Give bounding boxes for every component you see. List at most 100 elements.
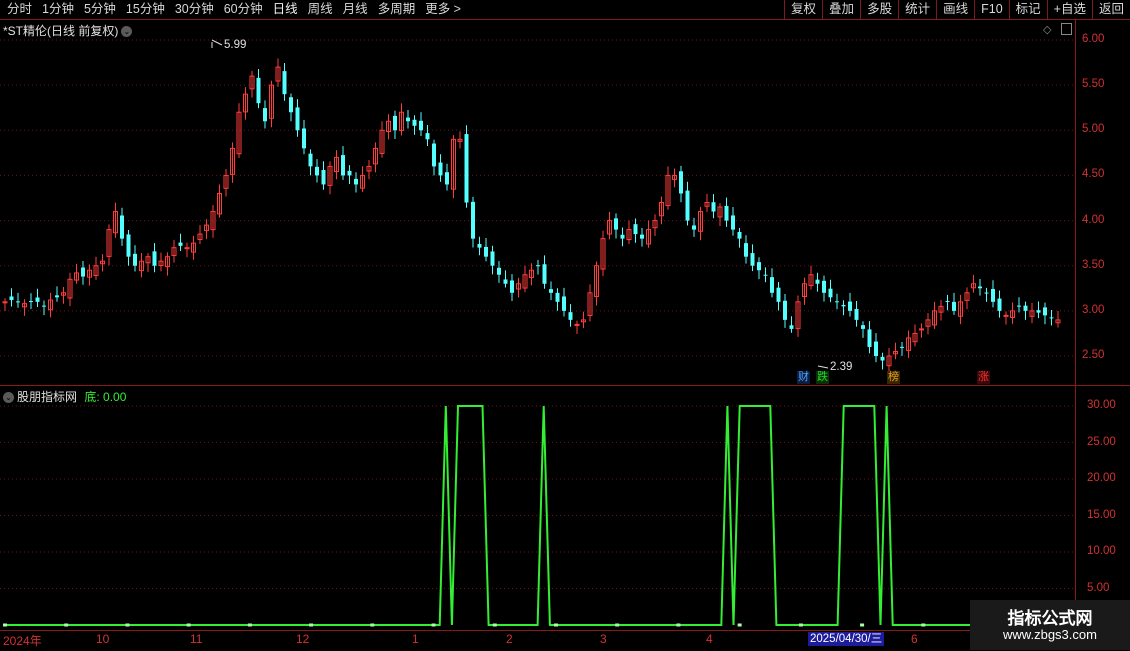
- indicator-marker: [676, 623, 681, 627]
- candle-body: [880, 356, 885, 361]
- candle-body: [282, 71, 287, 95]
- indicator-marker: [798, 623, 803, 627]
- candle-body: [406, 117, 410, 122]
- candle-body: [737, 232, 742, 239]
- candle-body: [984, 292, 989, 294]
- candle-body: [835, 301, 839, 303]
- candle-body: [464, 134, 469, 203]
- candle-body: [9, 296, 14, 301]
- candle-body: [822, 280, 826, 293]
- candle-body: [997, 298, 1002, 311]
- chevron-down-icon[interactable]: ⌄: [3, 392, 14, 404]
- price-tick: 4.00: [1082, 213, 1105, 226]
- candle-body: [126, 234, 131, 257]
- price-tick: 2.50: [1082, 349, 1105, 361]
- indicator-series-label: 底:: [84, 390, 100, 404]
- candle-body: [393, 115, 397, 131]
- candle-body: [302, 128, 306, 149]
- candle-body: [919, 328, 924, 331]
- candle-body: [419, 120, 423, 131]
- candle-body: [978, 286, 982, 289]
- candle-body: [536, 265, 540, 267]
- event-tag-rise[interactable]: 涨: [977, 371, 990, 384]
- candle-body: [731, 215, 735, 230]
- indicator-tick: 25.00: [1087, 435, 1116, 448]
- candle-body: [1017, 305, 1021, 307]
- candle-body: [1003, 314, 1009, 317]
- event-tag-finance[interactable]: 财: [797, 371, 810, 384]
- indicator-marker: [3, 623, 7, 627]
- indicator-name: 股朋指标网: [17, 390, 78, 404]
- indicator-marker: [64, 623, 69, 627]
- date-label: 1: [412, 632, 419, 646]
- price-chart[interactable]: [0, 0, 1130, 650]
- candle-body: [341, 155, 345, 176]
- indicator-marker: [125, 623, 130, 627]
- indicator-marker: [431, 623, 436, 627]
- candle-body: [412, 119, 417, 126]
- candle-body: [29, 300, 33, 302]
- candle-body: [945, 300, 950, 302]
- price-tick: 4.50: [1082, 168, 1105, 181]
- low-marker-line: [817, 365, 829, 369]
- candle-body: [750, 253, 755, 266]
- candle-body: [256, 77, 261, 104]
- indicator-marker: [615, 623, 620, 627]
- candle-body: [789, 325, 794, 329]
- date-label: 2024年: [3, 634, 42, 648]
- indicator-tick: 5.00: [1087, 581, 1110, 594]
- candle-body: [484, 246, 488, 257]
- indicator-panel-title: ⌄ 股朋指标网 底: 0.00: [3, 388, 126, 405]
- candle-body: [568, 312, 573, 320]
- indicator-series-value: 0.00: [103, 390, 127, 404]
- price-tick: 5.50: [1082, 78, 1105, 91]
- candle-body: [503, 279, 508, 284]
- candle-body: [263, 108, 267, 122]
- date-label: 12: [296, 632, 310, 646]
- candle-body: [555, 292, 560, 302]
- candle-body: [178, 242, 183, 246]
- candle-body: [497, 267, 501, 275]
- date-label: 6: [911, 632, 918, 646]
- candle-body: [510, 280, 514, 293]
- candle-body: [1036, 310, 1041, 313]
- candle-body: [776, 287, 781, 302]
- price-tick: 3.50: [1082, 258, 1105, 271]
- event-tag-drop[interactable]: 跌: [816, 371, 829, 384]
- indicator-tick: 20.00: [1087, 472, 1116, 484]
- candle-body: [685, 190, 690, 221]
- candle-body: [854, 308, 859, 320]
- event-tag-list[interactable]: 榜: [887, 371, 900, 384]
- candle-body: [289, 97, 293, 113]
- indicator-marker: [553, 623, 558, 627]
- date-label: 11: [190, 632, 203, 646]
- candle-body: [55, 295, 59, 298]
- date-label: 2: [506, 632, 513, 646]
- candle-body: [542, 264, 547, 284]
- candle-body: [432, 143, 436, 167]
- price-axis-line: [1075, 20, 1076, 630]
- indicator-marker: [370, 623, 375, 627]
- high-marker-line: [211, 39, 223, 46]
- candle-body: [861, 325, 865, 329]
- date-axis: 2024年 10 11 12 1 2 3 4 2025/04/30/三 6: [0, 630, 1130, 651]
- candle-body: [354, 178, 358, 185]
- candle-body: [815, 279, 820, 284]
- panel-separator: [0, 385, 1130, 386]
- candle-body: [867, 329, 872, 347]
- watermark-url: www.zbgs3.com: [1003, 627, 1097, 642]
- candle-body: [562, 296, 566, 311]
- candle-body: [152, 251, 157, 266]
- candle-body: [614, 218, 618, 230]
- candle-body: [490, 251, 495, 266]
- date-label: 4: [706, 632, 713, 646]
- candle-body: [744, 243, 748, 257]
- candle-body: [724, 205, 729, 221]
- candle-body: [783, 300, 787, 320]
- price-tick: 3.00: [1082, 303, 1105, 316]
- indicator-marker: [247, 623, 252, 627]
- candle-body: [133, 253, 137, 266]
- candle-body: [900, 346, 904, 348]
- candle-body: [679, 171, 683, 194]
- cursor-date-label: 2025/04/30/三: [808, 632, 885, 646]
